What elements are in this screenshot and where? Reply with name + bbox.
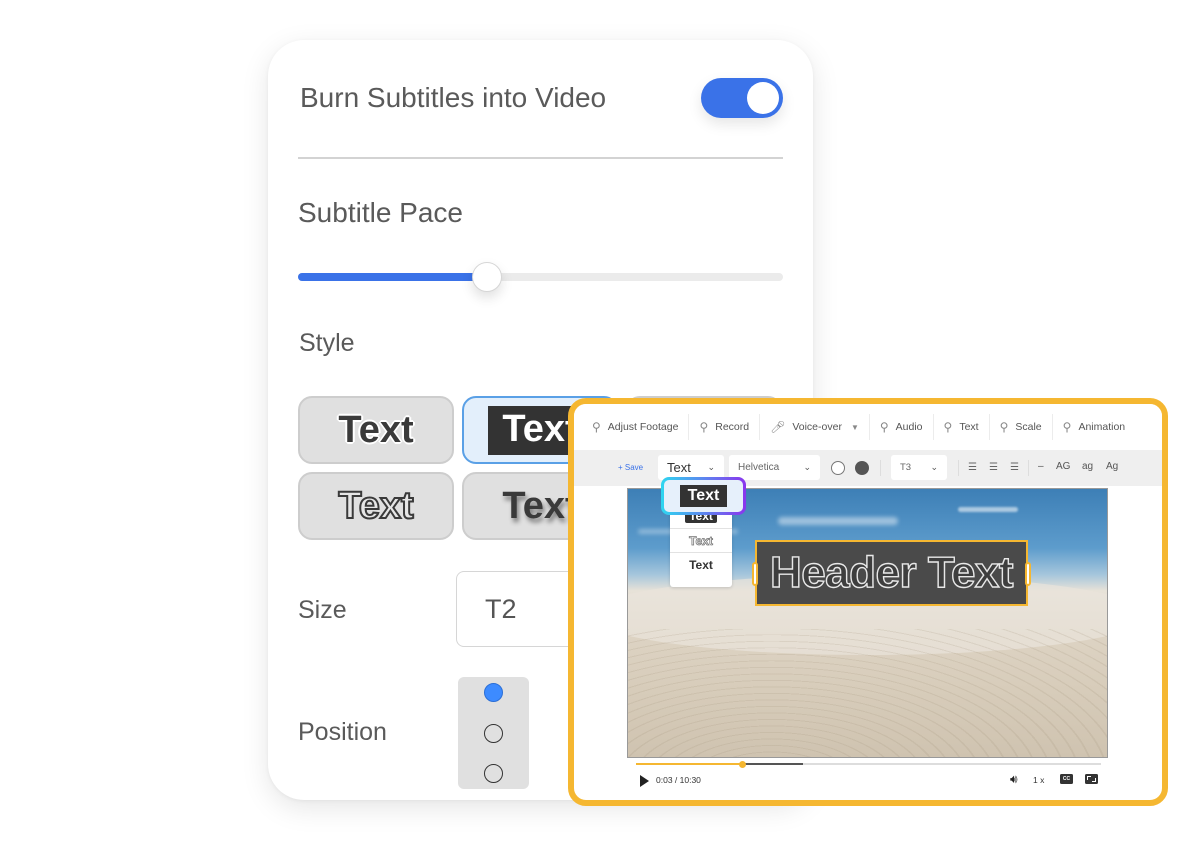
menu-scale[interactable]: ⚲ Scale bbox=[990, 414, 1053, 440]
closed-captions-icon[interactable]: CC bbox=[1060, 774, 1073, 784]
color-swatch-dark[interactable] bbox=[855, 461, 869, 475]
fullscreen-icon[interactable] bbox=[1085, 774, 1098, 784]
slider-fill bbox=[298, 273, 488, 281]
popup-style-label: Text bbox=[689, 533, 714, 548]
font-dropdown[interactable]: Helvetica ⌄ bbox=[729, 455, 820, 480]
align-left-icon[interactable]: ☰ bbox=[968, 462, 977, 473]
position-radio-top[interactable] bbox=[484, 683, 503, 702]
style-label: Style bbox=[299, 329, 355, 357]
player-controls: 0:03 / 10:30 🔊︎ 1 x CC bbox=[574, 770, 1162, 792]
header-text-overlay[interactable]: Header Text bbox=[752, 540, 1031, 606]
time-display: 0:03 / 10:30 bbox=[656, 775, 701, 785]
menu-voice-over[interactable]: 🎤︎ Voice-over ▼ bbox=[760, 414, 870, 440]
titlecase-button[interactable]: Ag bbox=[1106, 461, 1118, 472]
size-label: Size bbox=[298, 596, 347, 624]
uppercase-button[interactable]: AG bbox=[1056, 461, 1070, 472]
search-icon: ⚲ bbox=[699, 420, 709, 434]
toolbar-divider bbox=[1028, 460, 1029, 476]
dropdown-caret-icon: ▼ bbox=[850, 422, 859, 432]
chevron-down-icon: ⌄ bbox=[803, 462, 811, 472]
subtitle-pace-slider[interactable] bbox=[298, 262, 783, 292]
dropdown-value: Helvetica bbox=[738, 462, 780, 473]
search-icon: ⚲ bbox=[879, 420, 889, 434]
burn-subtitles-toggle[interactable] bbox=[701, 78, 783, 118]
menu-label: Record bbox=[715, 421, 750, 433]
style-option-hollow-outline[interactable]: Text bbox=[298, 472, 454, 540]
dash-button[interactable]: – bbox=[1038, 461, 1044, 472]
position-radio-bottom[interactable] bbox=[484, 764, 503, 783]
chevron-down-icon: ⌄ bbox=[707, 462, 715, 472]
color-swatch-white[interactable] bbox=[831, 461, 845, 475]
subtitle-pace-label: Subtitle Pace bbox=[298, 197, 463, 228]
position-label: Position bbox=[298, 718, 387, 746]
playback-speed[interactable]: 1 x bbox=[1033, 775, 1044, 785]
dropdown-value: T3 bbox=[900, 462, 912, 473]
menu-label: Text bbox=[959, 421, 979, 433]
popup-style-label: Text bbox=[689, 557, 713, 572]
search-icon: ⚲ bbox=[1062, 420, 1072, 434]
dropdown-value: Text bbox=[667, 460, 691, 475]
cloud bbox=[778, 517, 898, 525]
header-text: Header Text bbox=[769, 547, 1014, 597]
microphone-icon: 🎤︎ bbox=[770, 420, 786, 434]
menu-label: Animation bbox=[1078, 421, 1126, 433]
search-icon: ⚲ bbox=[943, 420, 953, 434]
section-divider bbox=[298, 157, 783, 159]
selected-style-chip[interactable]: Text bbox=[661, 477, 746, 515]
play-icon[interactable] bbox=[640, 775, 649, 787]
style-option-label: Text bbox=[337, 484, 414, 528]
toolbar-divider bbox=[958, 460, 959, 476]
slider-thumb[interactable] bbox=[472, 262, 503, 292]
burn-subtitles-label: Burn Subtitles into Video bbox=[300, 82, 607, 113]
progress-played bbox=[636, 763, 743, 765]
menu-text[interactable]: ⚲ Text bbox=[934, 414, 990, 440]
menu-label: Audio bbox=[895, 421, 923, 433]
progress-scrubber[interactable] bbox=[739, 760, 747, 768]
selected-style-label: Text bbox=[679, 485, 728, 507]
menu-animation[interactable]: ⚲ Animation bbox=[1053, 414, 1136, 440]
editor-menu-bar: ⚲ Adjust Footage ⚲ Record 🎤︎ Voice-over ▼ ⚲ A… bbox=[574, 404, 1162, 450]
position-radio-group bbox=[458, 677, 529, 789]
menu-label: Scale bbox=[1015, 421, 1042, 433]
menu-audio[interactable]: ⚲ Audio bbox=[870, 414, 934, 440]
search-icon: ⚲ bbox=[592, 420, 601, 434]
resize-handle-left[interactable] bbox=[752, 562, 758, 586]
menu-record[interactable]: ⚲ Record bbox=[689, 414, 761, 440]
video-editor-panel: ⚲ Adjust Footage ⚲ Record 🎤︎ Voice-over ▼ ⚲ A… bbox=[568, 398, 1168, 806]
style-option-label: Text bbox=[338, 408, 414, 451]
resize-handle-right[interactable] bbox=[1025, 562, 1031, 586]
search-icon: ⚲ bbox=[999, 420, 1009, 434]
toggle-knob bbox=[747, 82, 779, 114]
align-right-icon[interactable]: ☰ bbox=[1010, 462, 1019, 473]
text-size-dropdown[interactable]: T3 ⌄ bbox=[891, 455, 947, 480]
toolbar-divider bbox=[880, 460, 881, 476]
menu-label: Voice-over bbox=[792, 421, 842, 433]
volume-icon[interactable]: 🔊︎ bbox=[1010, 772, 1018, 787]
menu-adjust-footage[interactable]: ⚲ Adjust Footage bbox=[592, 414, 690, 440]
lowercase-button[interactable]: ag bbox=[1082, 461, 1093, 472]
popup-style-outline[interactable]: Text bbox=[670, 528, 732, 552]
style-option-label: Text bbox=[502, 484, 578, 527]
sand-tracks bbox=[628, 629, 1107, 757]
save-button[interactable]: + Save bbox=[618, 463, 643, 472]
style-option-white-outline[interactable]: Text bbox=[298, 396, 454, 464]
playback-progress-bar[interactable] bbox=[636, 760, 1101, 768]
menu-label: Adjust Footage bbox=[607, 421, 679, 433]
position-radio-middle[interactable] bbox=[484, 724, 503, 743]
chevron-down-icon: ⌄ bbox=[930, 462, 938, 472]
align-center-icon[interactable]: ☰ bbox=[989, 462, 998, 473]
popup-style-plain[interactable]: Text bbox=[670, 552, 732, 576]
cloud bbox=[958, 507, 1018, 512]
